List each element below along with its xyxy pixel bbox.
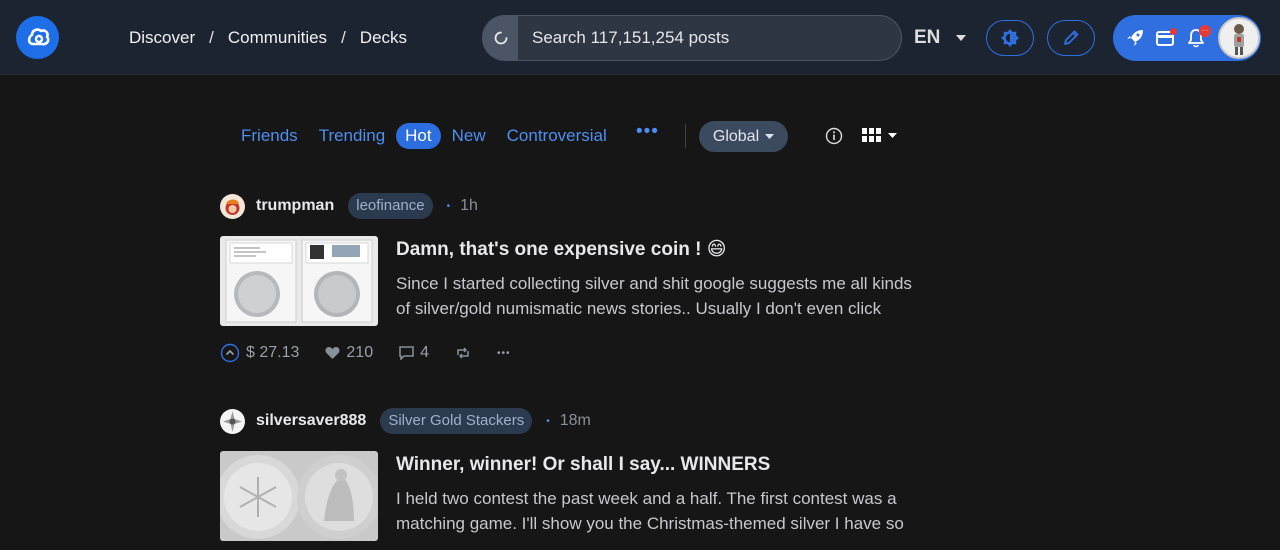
breadcrumb-decks[interactable]: Decks xyxy=(360,28,407,48)
comments-count: 4 xyxy=(420,344,429,361)
tab-hot[interactable]: Hot xyxy=(396,123,441,149)
info-icon[interactable] xyxy=(825,127,843,150)
tabs-more-button[interactable]: ••• xyxy=(636,121,659,143)
author-avatar[interactable] xyxy=(220,193,245,219)
theme-toggle-button[interactable] xyxy=(986,20,1034,56)
post-title[interactable]: Damn, that's one expensive coin ! 😄 xyxy=(396,239,916,261)
post-actions: $ 27.13 210 4 ••• xyxy=(220,342,920,364)
reblog-button[interactable] xyxy=(455,346,471,360)
post-time[interactable]: 18m xyxy=(560,412,591,430)
notification-badge: … xyxy=(1199,25,1211,37)
separator-dot: • xyxy=(546,415,550,427)
post-time[interactable]: 1h xyxy=(460,197,478,215)
rocket-icon[interactable] xyxy=(1125,28,1145,53)
scope-dropdown[interactable]: Global xyxy=(699,121,788,152)
heart-icon xyxy=(325,347,340,359)
post-thumbnail[interactable] xyxy=(220,451,378,541)
post-summary[interactable]: I held two contest the past week and a h… xyxy=(396,486,916,536)
language-label: EN xyxy=(914,27,941,48)
tab-new[interactable]: New xyxy=(445,123,493,149)
payout-value[interactable]: $ 27.13 xyxy=(246,344,299,362)
search-input[interactable] xyxy=(518,16,901,60)
post-body: Winner, winner! Or shall I say... WINNER… xyxy=(220,451,920,541)
user-avatar[interactable] xyxy=(1218,17,1260,59)
logo-icon xyxy=(27,27,49,45)
caret-down-icon xyxy=(765,134,775,139)
language-selector[interactable]: EN xyxy=(914,27,967,49)
post-summary[interactable]: Since I started collecting silver and sh… xyxy=(396,271,916,321)
comment-icon xyxy=(399,346,414,360)
tab-trending[interactable]: Trending xyxy=(312,123,392,149)
grid-view-icon xyxy=(862,128,881,142)
scope-label: Global xyxy=(712,127,760,145)
post-header: silversaver888 Silver Gold Stackers • 18… xyxy=(220,407,920,435)
post-thumbnail[interactable] xyxy=(220,236,378,326)
community-badge[interactable]: leofinance xyxy=(348,193,433,219)
top-navbar: Discover / Communities / Decks EN xyxy=(0,0,1280,75)
separator-dot: • xyxy=(446,200,451,212)
create-post-button[interactable] xyxy=(1047,20,1095,56)
community-badge[interactable]: Silver Gold Stackers xyxy=(380,408,533,434)
votes-count: 210 xyxy=(346,344,374,361)
post-card[interactable]: silversaver888 Silver Gold Stackers • 18… xyxy=(220,407,920,541)
upvote-button[interactable]: $ 27.13 xyxy=(220,343,299,363)
caret-down-icon xyxy=(888,133,897,138)
tab-controversial[interactable]: Controversial xyxy=(500,123,614,149)
divider xyxy=(685,124,686,148)
breadcrumb-separator: / xyxy=(341,28,346,47)
reblog-icon xyxy=(457,347,469,359)
pencil-icon xyxy=(1064,30,1079,45)
breadcrumb-separator: / xyxy=(209,28,214,47)
author-avatar[interactable] xyxy=(220,408,245,434)
post-body: Damn, that's one expensive coin ! 😄 Sinc… xyxy=(220,236,920,326)
breadcrumb-discover[interactable]: Discover xyxy=(129,28,195,48)
upvote-icon xyxy=(220,343,240,363)
comments-counter[interactable]: 4 xyxy=(399,344,429,362)
post-author[interactable]: trumpman xyxy=(256,197,334,215)
votes-counter[interactable]: 210 xyxy=(325,344,373,362)
breadcrumb-communities[interactable]: Communities xyxy=(228,28,327,48)
user-menu-pill: … xyxy=(1113,15,1261,61)
search-bar xyxy=(482,15,902,61)
post-text: Winner, winner! Or shall I say... WINNER… xyxy=(396,451,916,541)
theme-icon xyxy=(1001,29,1019,47)
post-text: Damn, that's one expensive coin ! 😄 Sinc… xyxy=(396,236,916,326)
feed-tabs: Friends Trending Hot New Controversial xyxy=(234,122,614,150)
layout-switcher[interactable] xyxy=(862,128,897,143)
post-more-button[interactable]: ••• xyxy=(497,348,511,359)
post-title[interactable]: Winner, winner! Or shall I say... WINNER… xyxy=(396,454,916,476)
caret-down-icon xyxy=(956,35,967,41)
refresh-icon[interactable] xyxy=(483,16,518,60)
post-header: trumpman leofinance • 1h xyxy=(220,192,920,220)
post-card[interactable]: trumpman leofinance • 1h Damn, that's on… xyxy=(220,192,920,364)
ecency-logo[interactable] xyxy=(16,16,59,59)
post-author[interactable]: silversaver888 xyxy=(256,412,366,430)
tab-friends[interactable]: Friends xyxy=(234,123,305,149)
wallet-alert-dot xyxy=(1170,28,1177,35)
breadcrumb: Discover / Communities / Decks xyxy=(129,27,407,49)
